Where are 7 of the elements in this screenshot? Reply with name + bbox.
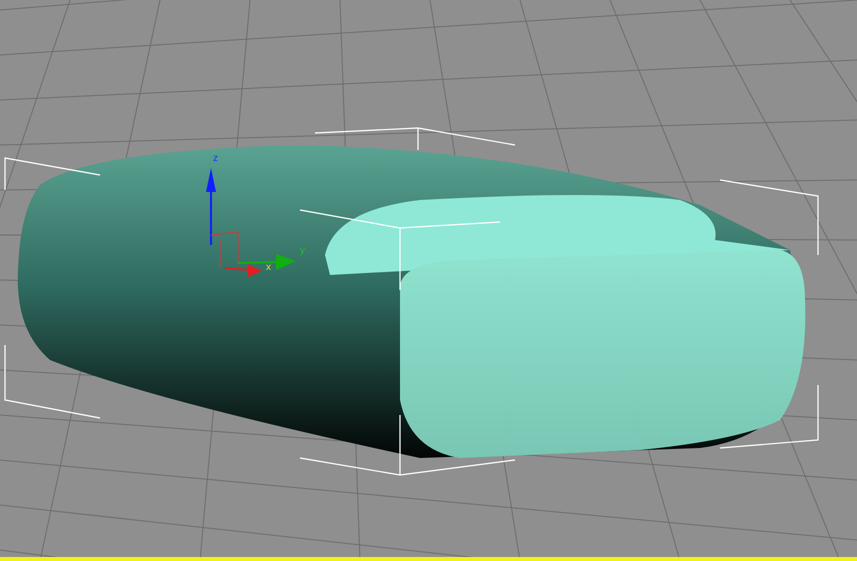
axis-label: x [266, 262, 271, 273]
x-axis-arrow [224, 264, 262, 277]
axis-label: y [300, 245, 305, 256]
viewport[interactable]: z x y [0, 0, 857, 561]
y-axis-arrow [238, 254, 296, 270]
axis-label: z [213, 153, 218, 164]
gizmo-bracket-drawing [210, 231, 239, 269]
